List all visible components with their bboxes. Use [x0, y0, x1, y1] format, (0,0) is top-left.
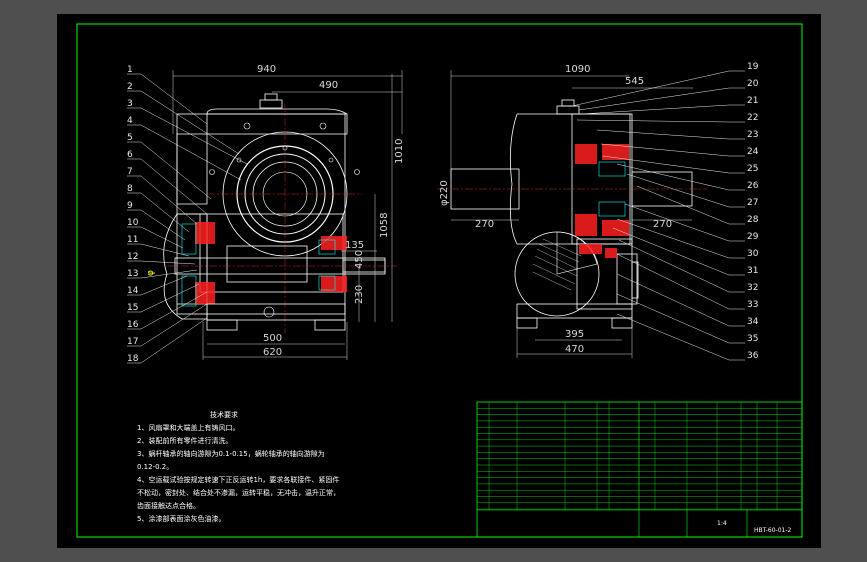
dim-label: 450 [354, 250, 365, 269]
dim-label: 500 [263, 333, 282, 344]
dim-label: φ220 [439, 180, 450, 206]
parts-list-and-title-block: 1:4 HBT-60-01-2 [476, 401, 803, 538]
dim-label: 620 [263, 347, 282, 358]
note-line: 3、蜗杆轴承的轴向游隙为0.1-0.15，蜗轮轴承的轴向游隙为 [137, 449, 325, 458]
balloon-label: 12 [127, 252, 138, 262]
balloon-label: 33 [747, 300, 758, 310]
note-line: 4、空运载试验按规定转速下正反运转1h，要求各联接件、紧固件 [137, 475, 339, 484]
balloon-label: 9 [127, 201, 133, 211]
note-line: 5、涂漆部表面涂灰色油漆。 [137, 514, 225, 523]
balloon-label: 14 [127, 286, 139, 296]
balloon-label: 18 [127, 354, 139, 364]
balloon-label: 5 [127, 133, 133, 143]
balloon-label: 32 [747, 283, 758, 293]
drawing-border [76, 23, 803, 538]
balloon-label: 4 [127, 116, 133, 126]
dim-label: 545 [625, 76, 644, 87]
svg-text:φ: φ [146, 270, 156, 276]
balloon-label: 2 [127, 82, 133, 92]
drawing-sheet: 940 490 1010 230 450 1058 135 500 620 φ … [57, 14, 821, 548]
note-line: 2、装配前所有零件进行清洗。 [137, 436, 232, 445]
dim-label: 270 [653, 219, 672, 230]
drawing-number: HBT-60-01-2 [754, 527, 792, 534]
balloon-label: 11 [127, 235, 138, 245]
note-line: 不松动，密封处、结合处不渗漏，运转平稳，无冲击，温升正常， [137, 488, 340, 497]
balloon-label: 23 [747, 130, 758, 140]
balloon-label: 29 [747, 232, 759, 242]
balloon-label: 21 [747, 96, 758, 106]
balloon-label: 22 [747, 113, 758, 123]
notes-title: 技术要求 [210, 410, 238, 419]
dim-label: 1058 [379, 213, 390, 238]
balloon-label: 20 [747, 79, 759, 89]
dim-label: 470 [565, 344, 584, 355]
balloon-label: 3 [127, 99, 133, 109]
dim-label: 490 [319, 80, 338, 91]
balloon-label: 26 [747, 181, 759, 191]
balloon-label: 7 [127, 167, 133, 177]
balloon-label: 36 [747, 351, 759, 361]
dim-label: 230 [354, 285, 365, 304]
balloon-label: 30 [747, 249, 759, 259]
note-line: 0.12-0.2。 [137, 463, 173, 471]
dim-label: 395 [565, 329, 584, 340]
dim-label: 940 [257, 64, 276, 75]
balloon-label: 34 [747, 317, 759, 327]
dim-label: 1090 [565, 64, 590, 75]
balloon-label: 6 [127, 150, 133, 160]
balloon-label: 8 [127, 184, 133, 194]
balloon-label: 16 [127, 320, 139, 330]
balloon-label: 31 [747, 266, 758, 276]
note-line: 齿面接触达点合格。 [137, 501, 200, 510]
balloon-label: 15 [127, 303, 138, 313]
balloon-label: 24 [747, 147, 759, 157]
balloon-label: 27 [747, 198, 758, 208]
dim-label: 270 [475, 219, 494, 230]
balloon-label: 17 [127, 337, 138, 347]
technical-notes: 技术要求 1、风扇罩和大端盖上有铸风口。 2、装配前所有零件进行清洗。 3、蜗杆… [137, 410, 340, 523]
balloon-label: 10 [127, 218, 139, 228]
side-view: 1090 545 φ220 270 270 395 470 [437, 64, 707, 358]
balloon-label: 25 [747, 164, 758, 174]
drawing-canvas: 940 490 1010 230 450 1058 135 500 620 φ … [76, 23, 803, 538]
balloon-label: 1 [127, 65, 133, 75]
balloon-label: 13 [127, 269, 138, 279]
front-view: 940 490 1010 230 450 1058 135 500 620 φ [146, 64, 405, 360]
balloon-label: 28 [747, 215, 759, 225]
scale-value: 1:4 [717, 520, 727, 527]
dim-label: 1010 [394, 139, 405, 164]
note-line: 1、风扇罩和大端盖上有铸风口。 [137, 423, 239, 432]
balloon-label: 19 [747, 62, 759, 72]
dim-label: 135 [345, 240, 364, 251]
balloon-label: 35 [747, 334, 758, 344]
